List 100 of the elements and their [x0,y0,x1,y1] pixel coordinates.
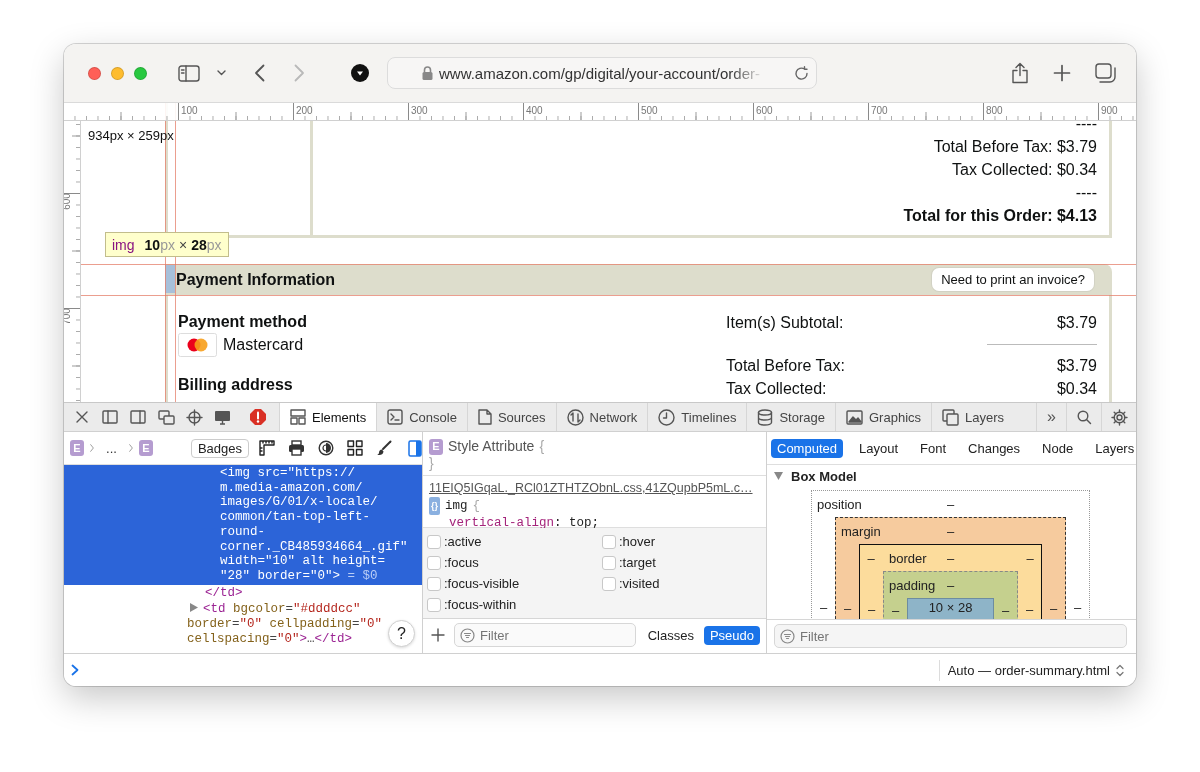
sidebar-icon[interactable] [178,64,200,82]
stylesheet-link[interactable]: 11EIQ5IGqaL._RCl01ZTHTZObnL.css,41ZQupbP5mL.c… [429,480,760,497]
breadcrumb-item[interactable]: ... [106,440,117,456]
sidebar-icon[interactable] [408,439,422,457]
ruler-label: 700 [871,105,888,116]
chevron-down-icon[interactable] [217,70,226,76]
contrast-icon[interactable] [318,440,334,456]
tab[interactable]: Layout [853,438,905,458]
context-selector[interactable]: Auto — order-summary.html [938,659,1124,681]
address-field[interactable]: www.amazon.com/gp/digital/your-account/order- [387,57,817,89]
pseudo-class-checkbox[interactable]: :focus-within [427,594,602,615]
tabs-overview-icon[interactable] [1095,63,1116,83]
box-value: – [842,601,853,616]
back-icon[interactable] [254,64,265,82]
box-label: position [817,496,862,512]
tab[interactable]: Layers [1089,438,1136,458]
pseudo-class-checkbox[interactable]: :active [427,531,602,552]
ruler-label: 900 [1101,105,1118,116]
box-value: – [1048,601,1059,616]
tab[interactable]: Layers [931,403,1015,431]
pseudo-class-checkbox[interactable]: :focus [427,552,602,573]
clock-icon [658,408,676,426]
terminal-icon [387,409,404,425]
dock-right-icon[interactable] [130,410,146,424]
filter-field[interactable]: Filter [454,623,636,647]
printer-icon[interactable] [288,440,305,456]
chevron-icon [90,442,95,454]
total-amount: $3.79 [1056,356,1097,376]
content-box: 10 × 28 [907,598,994,619]
site-icon[interactable] [351,64,369,82]
layout-icon [290,409,306,425]
grid-icon[interactable] [347,440,363,456]
brace: { [539,438,545,455]
pseudo-class-checkbox[interactable]: :visited [602,573,762,594]
billing-address-heading: Billing address [178,375,294,395]
tab[interactable]: Changes [962,438,1027,458]
badges-button[interactable]: Badges [190,438,249,458]
crosshair-icon[interactable] [185,408,203,426]
add-icon[interactable] [431,628,445,642]
pseudo-class-checkbox[interactable]: :hover [602,531,762,552]
toggle-button[interactable]: Pseudo [703,625,760,645]
payment-method-heading: Payment method [178,312,308,332]
monitor-icon[interactable] [213,409,231,425]
filter-input[interactable]: Filter [800,628,1100,644]
ruler-label: 200 [296,105,313,116]
error-icon[interactable] [249,408,267,426]
tab[interactable]: Network [555,403,648,431]
disclosure-triangle-icon[interactable] [190,603,198,613]
tab[interactable]: Computed [771,438,843,458]
prompt-icon [71,664,79,676]
tab[interactable]: Timelines [647,403,747,431]
close-button[interactable] [88,66,101,80]
dom-node[interactable]: </td> [64,584,243,602]
filter-input[interactable]: Filter [480,627,630,643]
total-label: Total Before Tax: [726,356,845,376]
share-icon[interactable] [1011,62,1029,84]
help-button[interactable]: ? [388,620,415,647]
ruler-icon[interactable] [259,440,275,456]
overflow-button[interactable]: » [1036,403,1066,431]
zoom-button[interactable] [134,66,147,80]
box-label: padding [889,577,936,593]
dom-node[interactable]: <img src="https:// m.media-amazon.com/ images/G/01/x-locale/ common/tan-top-left- round- corner._CB485934664_.gif" width="10" alt height= "28" border="0"> = $0 [64,465,422,585]
document-icon [477,409,492,425]
disclosure-triangle-icon[interactable] [774,472,783,480]
box-value: – [946,550,955,566]
pseudo-class-checkbox[interactable]: :target [602,552,762,573]
box-value: – [946,523,955,539]
new-tab-icon[interactable] [1053,64,1071,82]
dock-left-icon[interactable] [102,410,118,424]
tab[interactable]: Sources [466,403,556,431]
tab[interactable]: Graphics [835,403,932,431]
filter-field[interactable]: Filter [774,624,1127,648]
total-label: Item(s) Subtotal: [726,313,844,333]
tab[interactable]: Node [1036,438,1080,458]
invoice-button[interactable]: Need to print an invoice? [932,268,1094,291]
box-value: – [890,603,901,618]
lock-icon [422,66,433,80]
dom-node[interactable]: <td bgcolor="#ddddcc" border="0" cellpadding="0" cellspacing="0">…</td> [64,601,383,648]
search-icon[interactable] [1076,409,1092,425]
pseudo-class-checkbox[interactable]: :focus-visible [427,573,602,594]
up-down-icon [1116,663,1124,677]
tab[interactable]: Elements [279,403,377,431]
ruler-label: 800 [986,105,1003,116]
close-icon[interactable] [75,410,89,424]
rule-selector: Style Attribute [448,438,535,455]
toggle-button[interactable]: Classes [641,625,700,645]
tab[interactable]: Font [914,438,953,458]
brush-icon[interactable] [376,440,392,456]
filter-icon [460,627,475,643]
settings-icon[interactable] [1110,408,1128,426]
chevron-icon [128,442,133,454]
tab[interactable]: Console [376,403,467,431]
tab[interactable]: Storage [746,403,835,431]
element-badge: E [429,438,443,455]
box-value: – [866,602,877,617]
rule-selector: img [445,498,468,514]
size-label: 934px × 259px [88,128,174,143]
total-label: Tax Collected: [726,379,827,399]
windows-icon[interactable] [157,409,175,425]
reload-icon[interactable] [794,65,809,81]
